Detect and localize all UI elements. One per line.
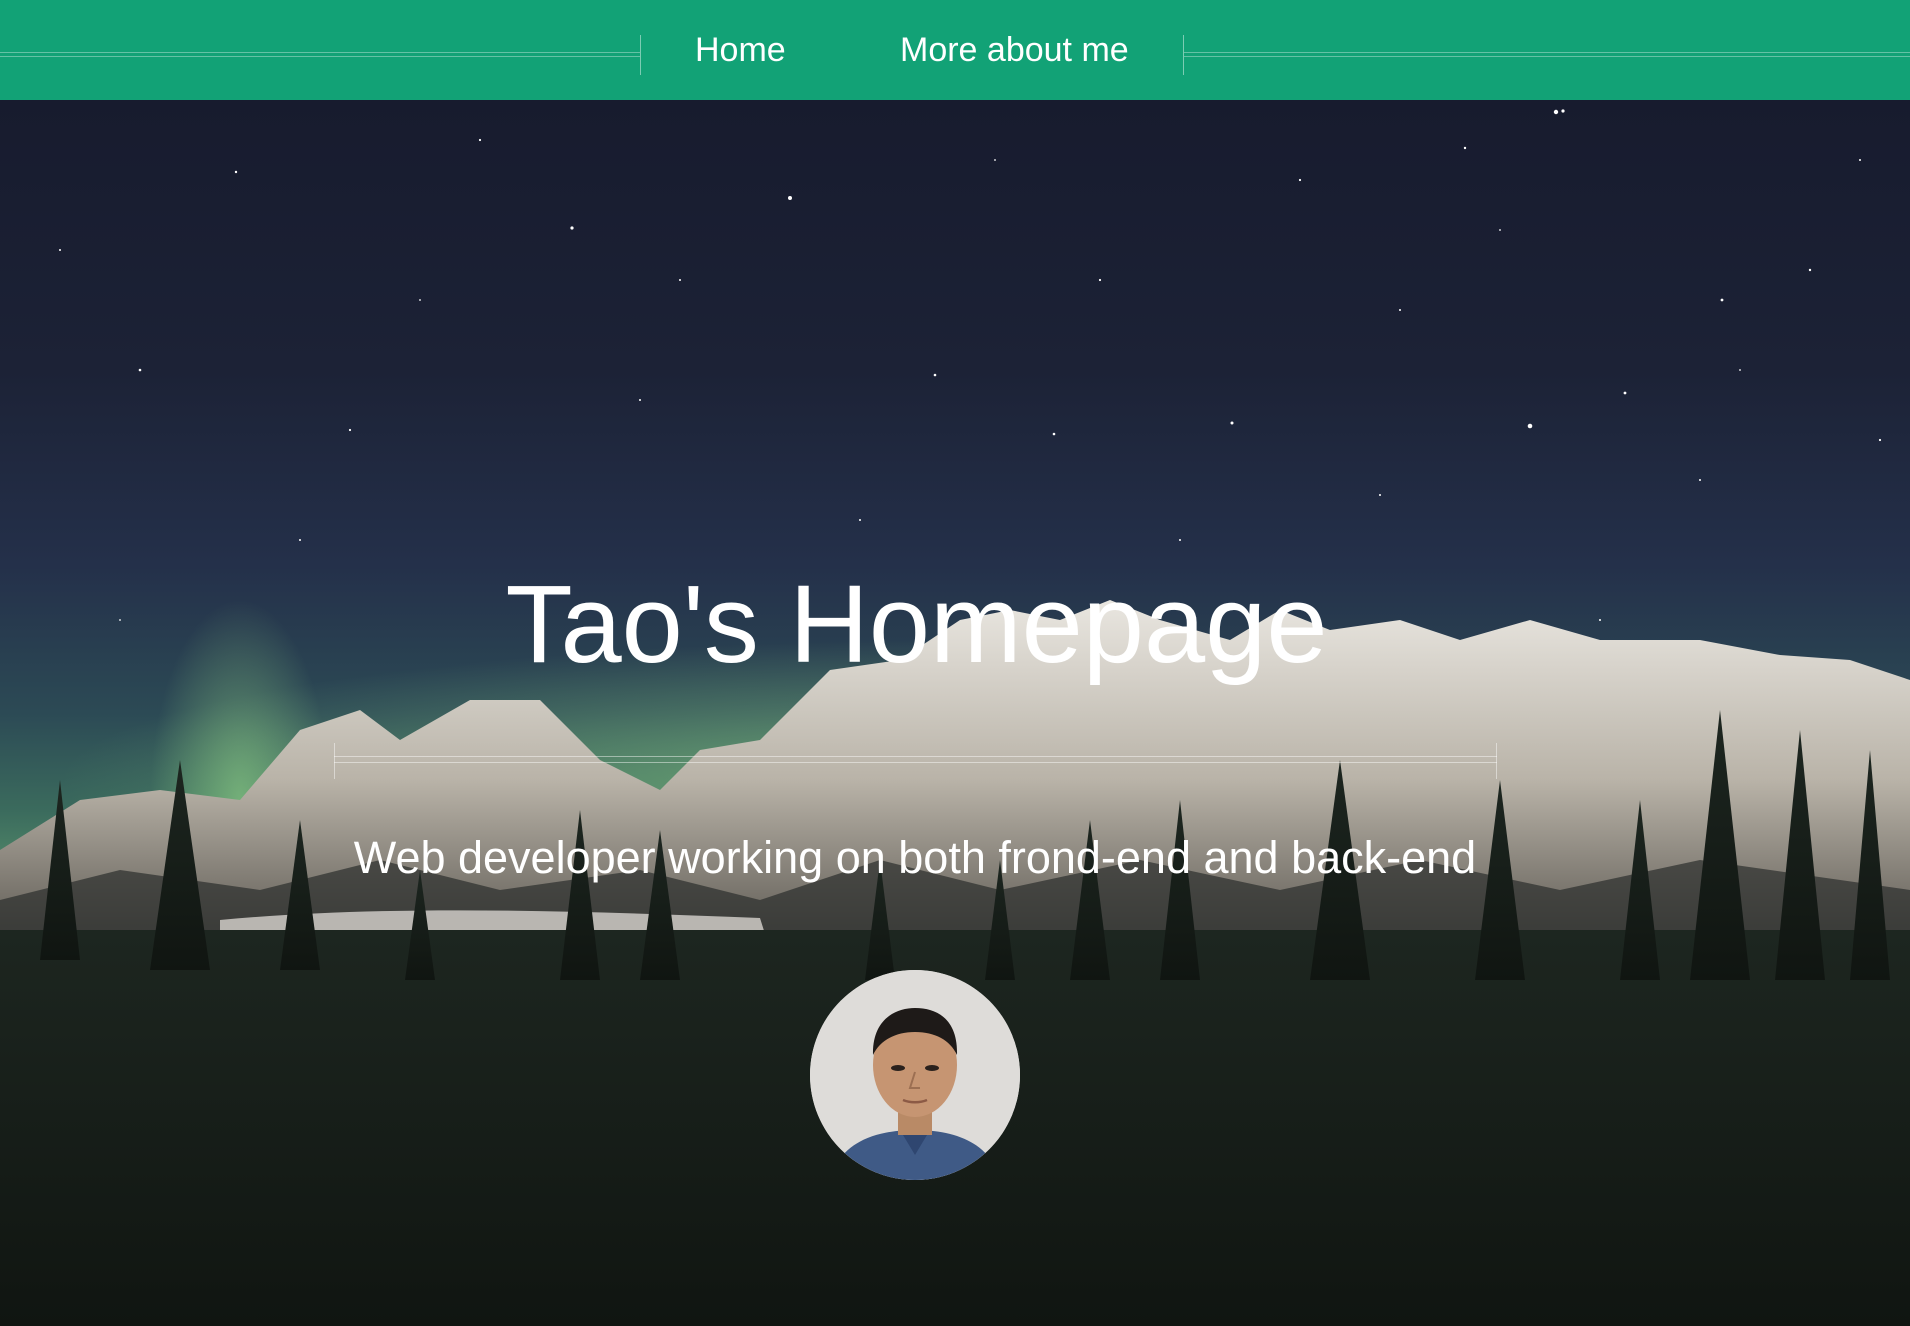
- hero-section: Tao's Homepage Web developer working on …: [0, 100, 1910, 1326]
- hero-subtitle: Web developer working on both frond-end …: [353, 832, 1477, 883]
- nav-home-link[interactable]: Home: [695, 24, 786, 76]
- hero-title: Tao's Homepage: [505, 563, 1328, 686]
- stars: [59, 109, 1882, 621]
- nav-decorative-rule-right: [1184, 52, 1910, 57]
- nav-decorative-rule-left: [0, 52, 640, 57]
- profile-avatar: [810, 970, 1020, 1180]
- nav-about-link[interactable]: More about me: [900, 24, 1129, 76]
- profile-photo: [810, 970, 1020, 1180]
- nav-decorative-tick-left: [640, 35, 641, 75]
- hero-divider: [334, 743, 1497, 779]
- top-navbar: Home More about me: [0, 0, 1910, 100]
